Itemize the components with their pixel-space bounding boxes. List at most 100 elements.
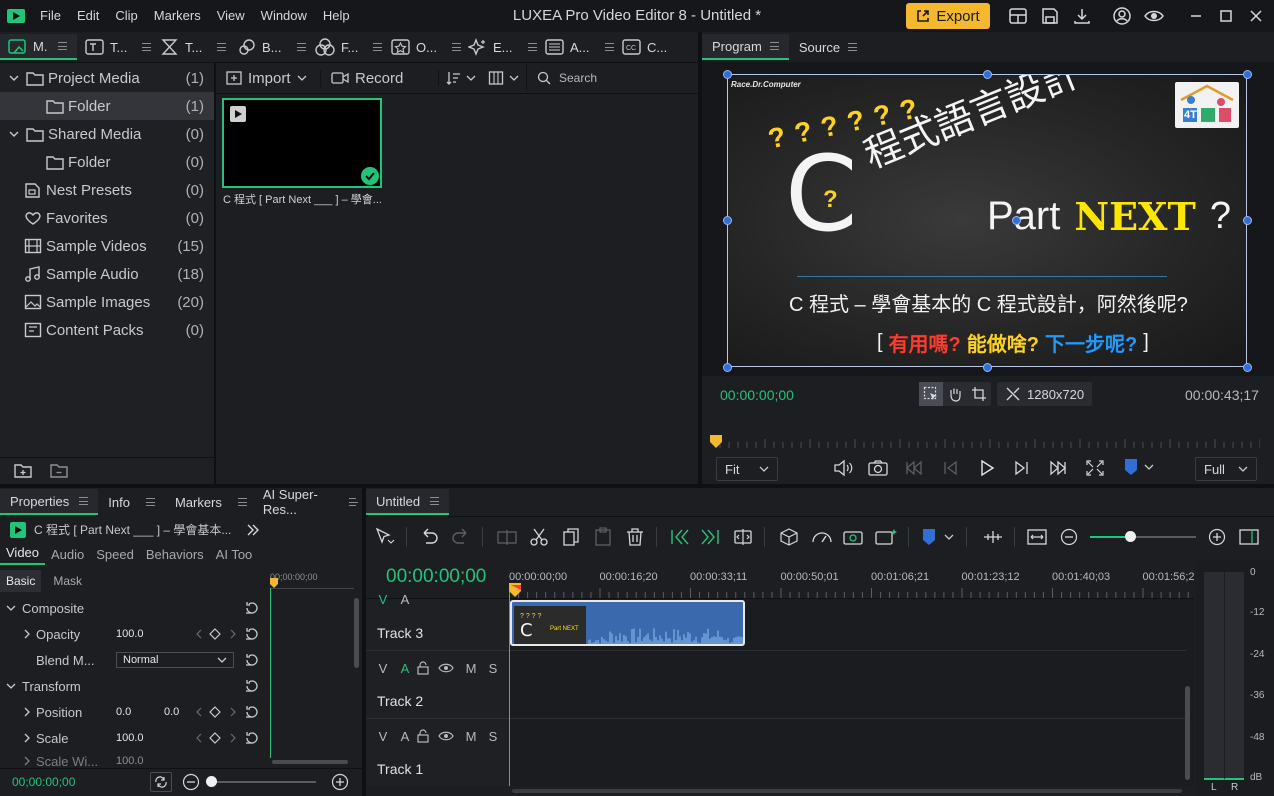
tab-info[interactable]: Info <box>98 489 165 515</box>
tab-behaviors[interactable]: B... <box>231 34 308 60</box>
menu-view[interactable]: View <box>209 0 253 32</box>
undo-icon[interactable] <box>418 527 440 547</box>
tab-menu-icon[interactable] <box>79 497 89 505</box>
tab-menu-icon[interactable] <box>145 498 155 506</box>
pointer-tool-icon[interactable] <box>374 527 398 547</box>
go-to-end-icon[interactable] <box>1047 458 1069 478</box>
redo-icon[interactable] <box>450 527 472 547</box>
resize-handle[interactable] <box>983 363 992 372</box>
minimize-icon[interactable] <box>1186 6 1206 26</box>
reset-icon[interactable] <box>244 730 260 746</box>
new-folder-icon[interactable] <box>14 462 34 480</box>
tab-menu-icon[interactable] <box>451 43 461 51</box>
audio-toggle[interactable]: A <box>394 592 416 606</box>
fit-timeline-icon[interactable] <box>1026 527 1048 547</box>
timeline-playhead[interactable] <box>509 583 523 599</box>
timeline-marker-button[interactable] <box>922 528 954 546</box>
maximize-icon[interactable] <box>1216 6 1236 26</box>
import-button[interactable]: Import <box>218 70 320 87</box>
chevron-right-icon[interactable] <box>22 629 32 639</box>
properties-zoom-slider[interactable] <box>206 781 316 783</box>
reset-icon[interactable] <box>244 652 260 668</box>
tab-titles[interactable]: T... <box>77 34 154 60</box>
volume-icon[interactable] <box>832 458 854 478</box>
resize-handle[interactable] <box>723 70 732 79</box>
resize-handle[interactable] <box>983 70 992 79</box>
tab-menu-icon[interactable] <box>142 43 152 51</box>
tab-properties[interactable]: Properties <box>0 489 99 515</box>
reset-icon[interactable] <box>244 704 260 720</box>
marker-button[interactable] <box>1124 458 1154 476</box>
previous-frame-icon[interactable] <box>939 458 961 478</box>
timeline-zoom-in-icon[interactable] <box>1208 528 1226 546</box>
mute-toggle[interactable]: M <box>460 729 482 744</box>
transform-section[interactable]: Transform <box>0 676 268 696</box>
record-button[interactable]: Record <box>320 69 438 87</box>
snap-magnet-icon[interactable] <box>982 527 1004 547</box>
view-mode-button[interactable] <box>482 70 526 86</box>
media-clip-thumbnail[interactable] <box>222 98 382 188</box>
audio-toggle[interactable]: A <box>394 729 416 744</box>
sort-button[interactable] <box>438 70 482 86</box>
eye-icon[interactable] <box>1144 6 1164 26</box>
subtab-video[interactable]: Video <box>0 543 46 565</box>
subtab-ai-tools[interactable]: AI Too <box>210 547 259 562</box>
subtab-mask[interactable]: Mask <box>41 574 94 588</box>
close-icon[interactable] <box>1246 6 1266 26</box>
quality-select[interactable]: Full <box>1195 457 1257 481</box>
tab-transitions[interactable]: T... <box>154 34 231 60</box>
cut-scissors-icon[interactable] <box>528 527 550 547</box>
menu-edit[interactable]: Edit <box>69 0 107 32</box>
speed-gauge-icon[interactable] <box>810 527 834 547</box>
tree-sample-videos[interactable]: Sample Videos (15) <box>0 232 214 260</box>
tree-folder-project[interactable]: Folder (1) <box>0 92 214 120</box>
next-frame-icon[interactable] <box>1011 458 1033 478</box>
resize-handle[interactable] <box>1243 363 1252 372</box>
video-toggle[interactable]: V <box>372 661 394 676</box>
hand-tool-icon[interactable] <box>943 382 967 406</box>
menu-file[interactable]: File <box>32 0 69 32</box>
tree-content-packs[interactable]: Content Packs (0) <box>0 316 214 344</box>
reset-icon[interactable] <box>244 626 260 642</box>
tab-menu-icon[interactable] <box>769 42 779 50</box>
opacity-value[interactable]: 100.0 <box>116 628 196 640</box>
tab-menu-icon[interactable] <box>217 43 227 51</box>
anchor-point-handle[interactable] <box>1012 216 1021 225</box>
video-toggle[interactable]: V <box>372 729 394 744</box>
tab-menu-icon[interactable] <box>604 43 614 51</box>
tab-overlays[interactable]: O... <box>385 34 462 60</box>
export-button[interactable]: Export <box>906 3 990 29</box>
tree-nest-presets[interactable]: Nest Presets (0) <box>0 176 214 204</box>
tab-untitled-sequence[interactable]: Untitled <box>366 489 450 515</box>
go-to-start-icon[interactable] <box>903 458 925 478</box>
tree-sample-audio[interactable]: Sample Audio (18) <box>0 260 214 288</box>
visibility-eye-icon[interactable] <box>438 661 460 675</box>
resize-handle[interactable] <box>723 216 732 225</box>
ai-camera-icon[interactable] <box>842 527 866 547</box>
scale-width-value[interactable]: 100.0 <box>116 755 196 767</box>
preview-scrub-bar[interactable] <box>716 436 1260 448</box>
layout-icon[interactable] <box>1008 6 1028 26</box>
tab-menu-icon[interactable] <box>296 43 306 51</box>
tab-markers[interactable]: Markers <box>165 489 257 515</box>
tab-menu-icon[interactable] <box>58 42 68 50</box>
position-x-value[interactable]: 0.0 <box>116 706 164 718</box>
tab-menu-icon[interactable] <box>430 497 440 505</box>
panel-toggle-icon[interactable] <box>1238 527 1260 547</box>
zoom-in-icon[interactable] <box>331 773 349 791</box>
search-input[interactable]: Search <box>559 71 597 85</box>
split-clip-icon[interactable] <box>496 527 518 547</box>
tab-menu-icon[interactable] <box>373 43 383 51</box>
ai-edit-icon[interactable] <box>874 527 900 547</box>
save-icon[interactable] <box>1040 6 1060 26</box>
subtab-basic[interactable]: Basic <box>0 570 42 592</box>
subtab-speed[interactable]: Speed <box>90 547 140 562</box>
resize-handle[interactable] <box>1243 70 1252 79</box>
mute-toggle[interactable]: M <box>460 661 482 676</box>
menu-markers[interactable]: Markers <box>146 0 209 32</box>
preview-playhead[interactable] <box>710 435 722 449</box>
solo-toggle[interactable]: S <box>482 729 504 744</box>
fit-select[interactable]: Fit <box>716 457 778 481</box>
ripple-edit-icon[interactable] <box>732 527 754 547</box>
tab-menu-icon[interactable] <box>527 43 537 51</box>
